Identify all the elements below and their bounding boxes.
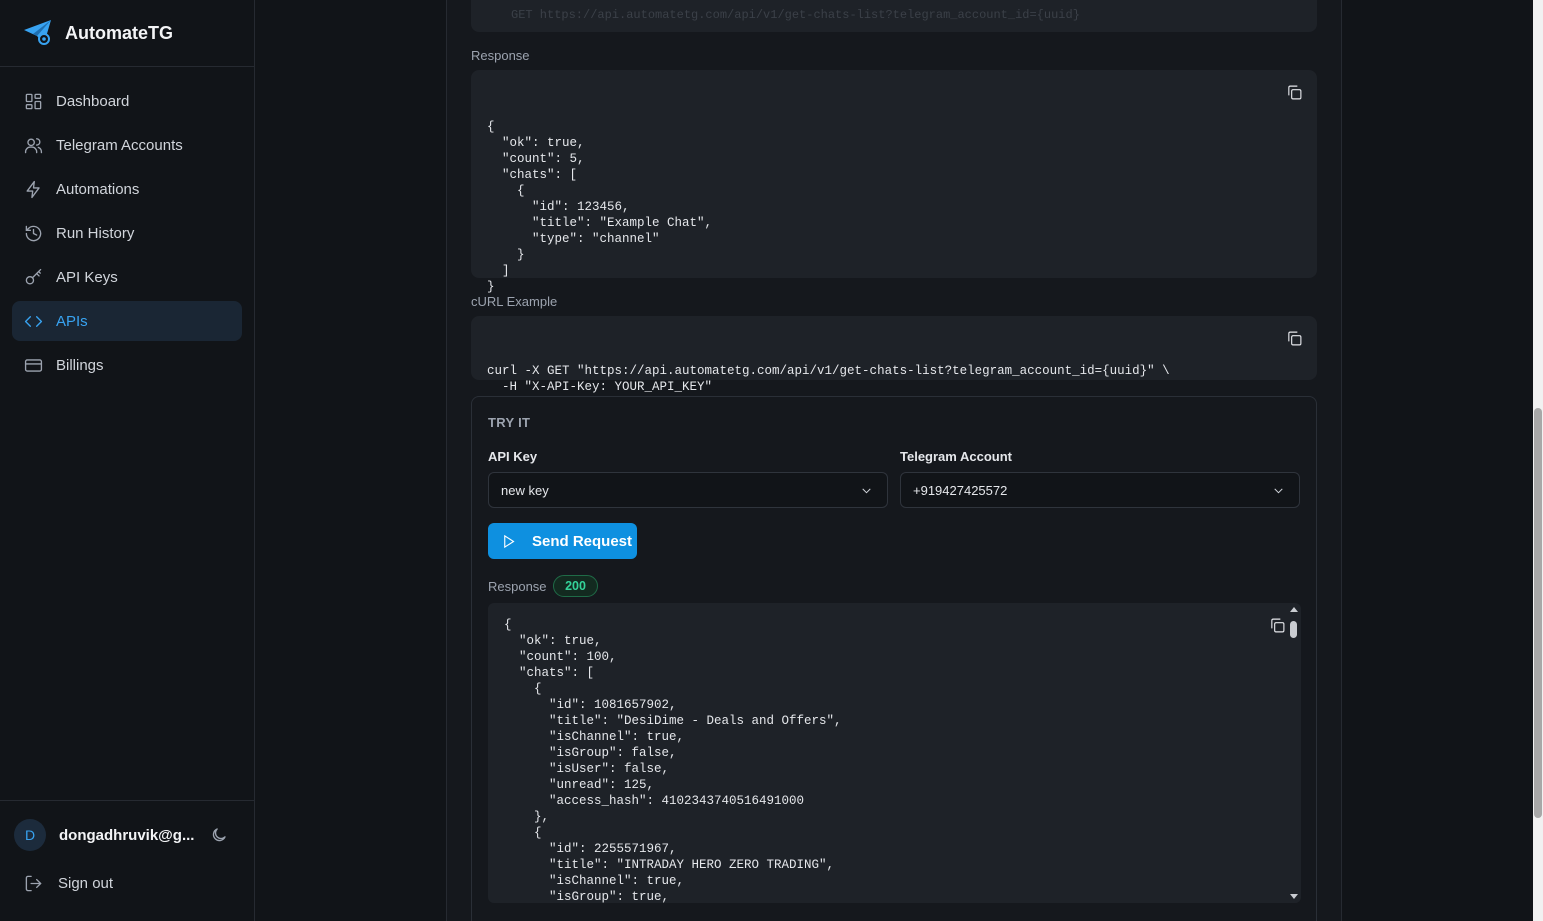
history-icon	[25, 225, 42, 241]
live-response-code[interactable]: { "ok": true, "count": 100, "chats": [ {…	[488, 603, 1301, 903]
sidebar-item-label: Dashboard	[56, 92, 130, 110]
endpoint-url-block: GET https://api.automatetg.com/api/v1/ge…	[471, 0, 1317, 32]
api-key-label: API Key	[488, 449, 538, 464]
telegram-account-value: +919427425572	[913, 482, 1008, 498]
app-name: AutomateTG	[65, 22, 173, 43]
copy-icon[interactable]	[1286, 330, 1303, 347]
copy-icon[interactable]	[1269, 617, 1286, 634]
sidebar-footer: D dongadhruvik@g... Sign out	[0, 800, 254, 921]
sidebar-item-label: Telegram Accounts	[56, 136, 183, 154]
api-key-select[interactable]: new key	[488, 472, 888, 508]
play-icon	[504, 534, 515, 548]
example-response-code: { "ok": true, "count": 5, "chats": [ { "…	[471, 70, 1317, 294]
logout-icon	[25, 875, 42, 891]
sidebar-item-billings[interactable]: Billings	[12, 345, 242, 385]
sidebar-item-label: APIs	[56, 312, 88, 330]
sidebar-item-label: Billings	[56, 356, 104, 374]
sidebar-item-dashboard[interactable]: Dashboard	[12, 81, 242, 121]
try-it-card: TRY IT API Key new key Telegram Account …	[471, 396, 1317, 921]
moon-icon[interactable]	[210, 826, 228, 844]
copy-icon[interactable]	[1286, 84, 1303, 101]
code-icon	[24, 315, 43, 327]
user-email: dongadhruvik@g...	[59, 826, 195, 844]
key-icon	[25, 268, 42, 285]
response-scroll-thumb[interactable]	[1290, 621, 1297, 638]
sidebar-item-label: API Keys	[56, 268, 118, 286]
curl-body: curl -X GET "https://api.automatetg.com/…	[487, 364, 1170, 394]
signout-label: Sign out	[58, 874, 114, 892]
response-scrollbar[interactable]	[1287, 603, 1301, 903]
sidebar-nav: Dashboard Telegram Accounts Automations …	[0, 67, 254, 403]
grid-icon	[25, 93, 42, 109]
telegram-account-label: Telegram Account	[900, 449, 1012, 464]
try-it-title: TRY IT	[488, 415, 531, 430]
signout-button[interactable]: Sign out	[14, 863, 240, 903]
users-icon	[24, 137, 43, 153]
sidebar-item-automations[interactable]: Automations	[12, 169, 242, 209]
sidebar-item-apis[interactable]: APIs	[12, 301, 242, 341]
user-row[interactable]: D dongadhruvik@g...	[14, 815, 240, 855]
sidebar-item-api-keys[interactable]: API Keys	[12, 257, 242, 297]
curl-code: curl -X GET "https://api.automatetg.com/…	[471, 316, 1317, 394]
brand[interactable]: AutomateTG	[0, 0, 254, 67]
chevron-down-icon	[1274, 488, 1283, 494]
live-response-label: Response	[488, 579, 547, 594]
sidebar: AutomateTG Dashboard Telegram Accounts A…	[0, 0, 255, 921]
status-badge: 200	[553, 575, 598, 597]
live-response-body: { "ok": true, "count": 100, "chats": [ {…	[504, 618, 842, 903]
curl-label: cURL Example	[471, 294, 558, 309]
scroll-up-arrow-icon[interactable]	[1290, 607, 1298, 612]
sidebar-item-telegram-accounts[interactable]: Telegram Accounts	[12, 125, 242, 165]
sidebar-item-label: Automations	[56, 180, 140, 198]
page-scrollbar[interactable]	[1533, 0, 1543, 921]
bolt-icon	[26, 180, 40, 198]
send-request-label: Send Request	[532, 532, 633, 550]
card-icon	[24, 358, 43, 372]
chevron-down-icon	[862, 488, 871, 494]
example-response-label: Response	[471, 48, 530, 63]
sidebar-item-label: Run History	[56, 224, 135, 242]
paper-plane-logo-icon	[24, 20, 51, 45]
send-request-button[interactable]: Send Request	[488, 523, 637, 559]
endpoint-url: GET https://api.automatetg.com/api/v1/ge…	[511, 8, 1080, 22]
avatar: D	[14, 819, 46, 851]
telegram-account-select[interactable]: +919427425572	[900, 472, 1300, 508]
scroll-down-arrow-icon[interactable]	[1290, 894, 1298, 899]
sidebar-item-run-history[interactable]: Run History	[12, 213, 242, 253]
api-key-value: new key	[501, 482, 549, 498]
example-response-body: { "ok": true, "count": 5, "chats": [ { "…	[487, 120, 713, 294]
page-scroll-thumb[interactable]	[1534, 408, 1542, 818]
